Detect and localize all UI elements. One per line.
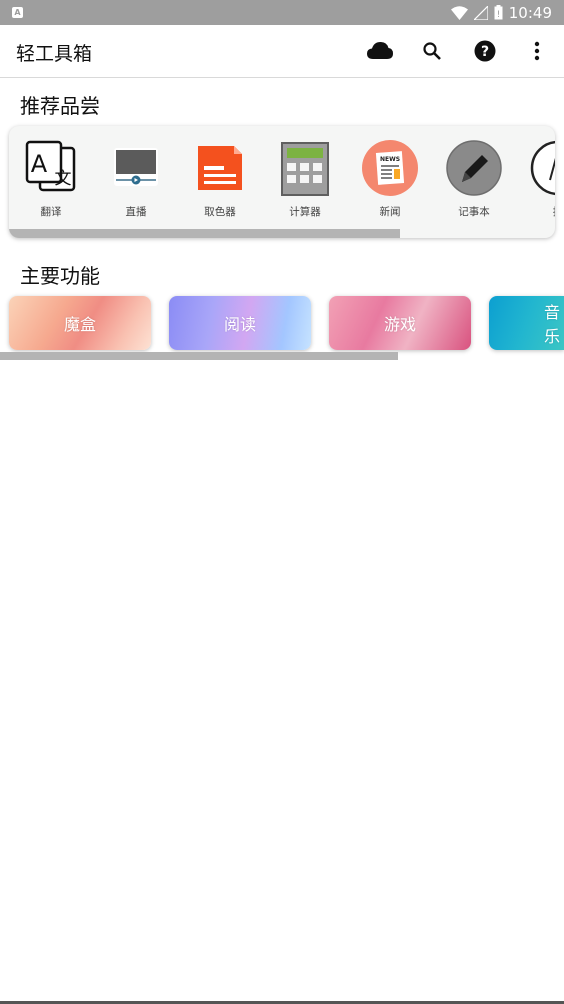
tile-label: 游戏 <box>383 315 416 334</box>
recommend-item-label: 记事本 <box>458 206 490 218</box>
translate-icon: A 文 <box>25 140 76 192</box>
recommend-title: 推荐品尝 <box>20 94 100 118</box>
status-bar: A ! 10:49 <box>0 0 564 25</box>
recommend-item-live[interactable]: 直播 <box>94 140 178 220</box>
calculator-icon <box>281 142 329 196</box>
tile-games[interactable]: 游戏 <box>329 296 471 350</box>
search-icon[interactable] <box>419 38 445 64</box>
svg-text:文: 文 <box>55 169 72 189</box>
recommend-card: A 文 翻译 直播 取色器 计算器 NEWS 新闻 记事本 <box>9 126 555 238</box>
recommend-item-label: 翻译 <box>40 206 62 218</box>
news-icon: NEWS <box>362 140 418 196</box>
help-icon[interactable]: ? <box>472 38 498 64</box>
compass-icon <box>530 140 555 196</box>
notepad-icon <box>446 140 502 196</box>
recommend-item-compass[interactable]: 指 <box>516 140 555 220</box>
recommend-item-label: 指 <box>516 204 555 219</box>
live-tv-icon <box>114 148 158 186</box>
tile-label: 音乐 <box>544 303 561 346</box>
recommend-item-notepad[interactable]: 记事本 <box>432 140 516 220</box>
recommend-item-label: 新闻 <box>379 206 401 218</box>
app-bar: 轻工具箱 ? <box>0 25 564 78</box>
app-title: 轻工具箱 <box>16 43 93 65</box>
svg-text:A: A <box>31 150 48 178</box>
recommend-item-translate[interactable]: A 文 翻译 <box>9 140 93 220</box>
tile-label: 魔盒 <box>63 315 96 334</box>
recommend-item-label: 取色器 <box>204 206 236 218</box>
signal-icon <box>473 5 488 20</box>
app-notification-icon: A <box>12 7 23 18</box>
svg-text:?: ? <box>481 44 489 60</box>
battery-icon: ! <box>494 5 503 20</box>
status-time: 10:49 <box>508 3 552 22</box>
recommend-item-calculator[interactable]: 计算器 <box>263 140 347 220</box>
status-icons: ! 10:49 <box>450 3 552 22</box>
tile-music[interactable]: 音乐 <box>489 296 564 350</box>
svg-text:!: ! <box>496 10 500 20</box>
tile-reading[interactable]: 阅读 <box>169 296 311 350</box>
tile-magic-box[interactable]: 魔盒 <box>9 296 151 350</box>
news-badge: NEWS <box>380 156 400 163</box>
more-vert-icon[interactable] <box>524 38 550 64</box>
cloud-icon[interactable] <box>367 38 393 64</box>
recommend-scrollbar[interactable] <box>9 229 400 238</box>
main-scrollbar[interactable] <box>0 352 398 360</box>
recommend-item-label: 直播 <box>125 206 147 218</box>
color-picker-icon <box>198 146 242 190</box>
main-title: 主要功能 <box>20 264 100 288</box>
recommend-item-color-picker[interactable]: 取色器 <box>178 140 262 220</box>
recommend-item-label: 计算器 <box>289 206 321 218</box>
recommend-item-news[interactable]: NEWS 新闻 <box>348 140 432 220</box>
tile-label: 阅读 <box>223 315 256 334</box>
wifi-icon <box>450 5 468 20</box>
